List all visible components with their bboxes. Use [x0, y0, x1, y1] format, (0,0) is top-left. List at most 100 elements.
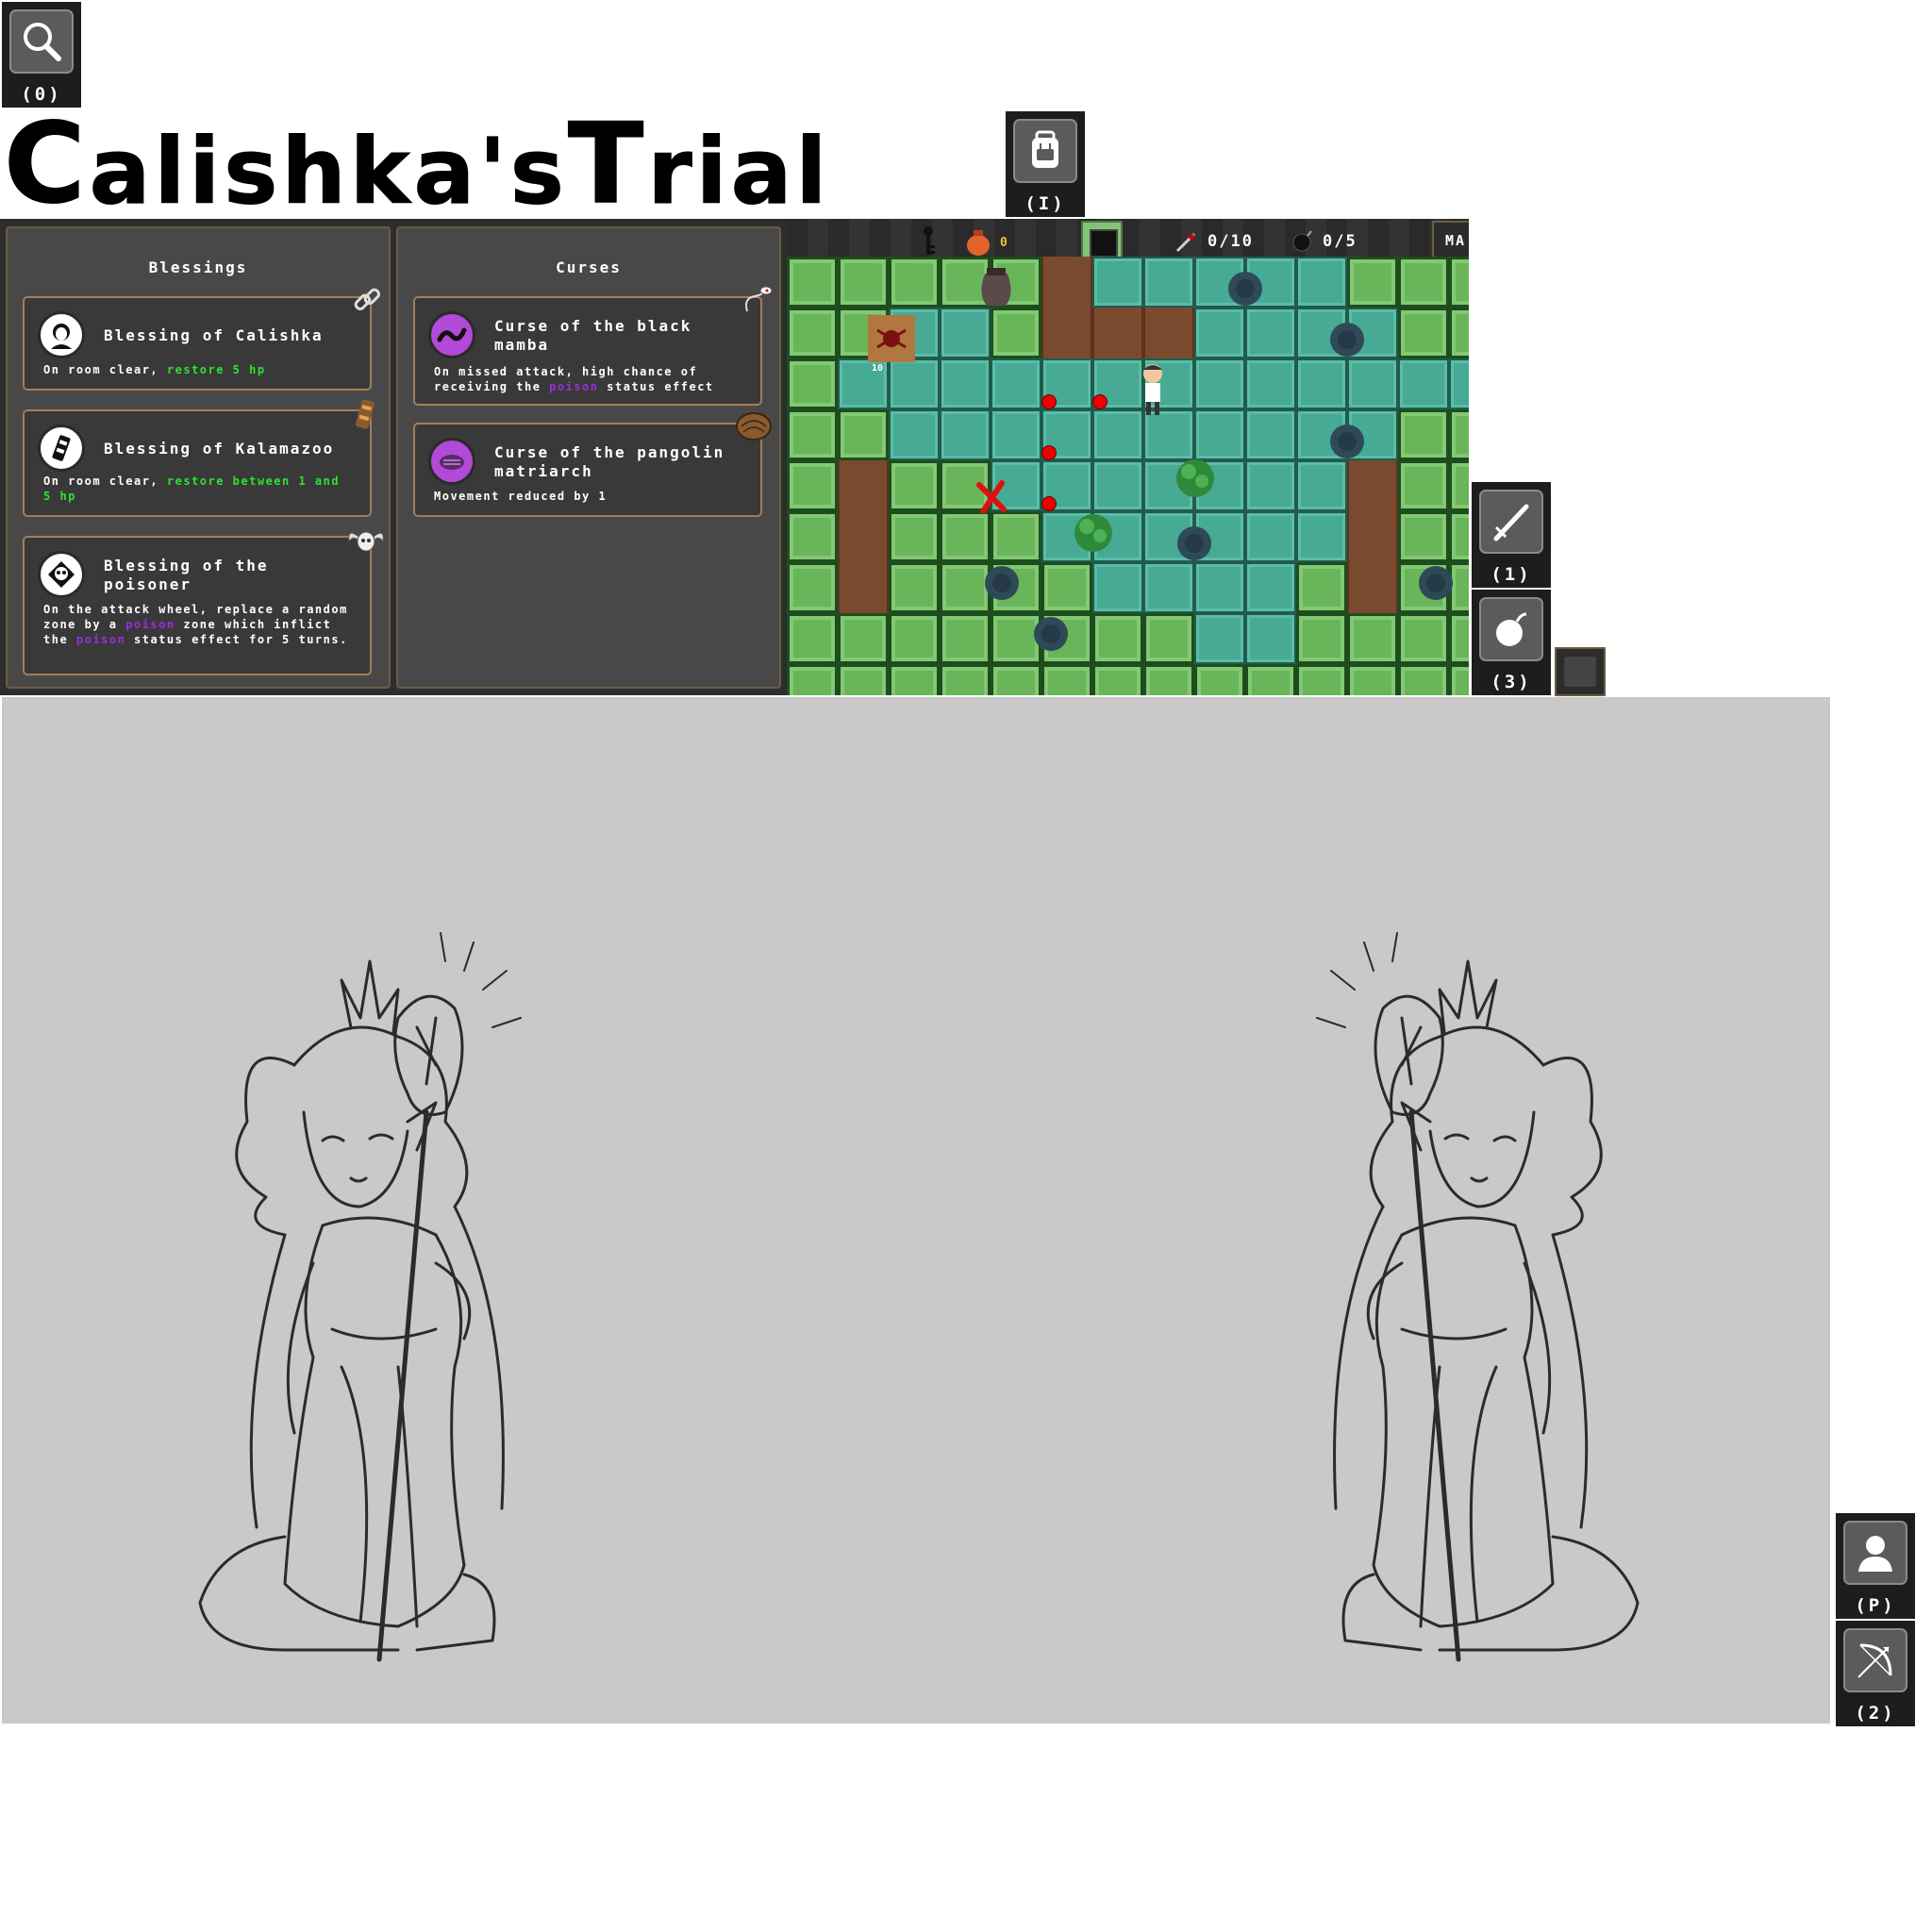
bomb-hotkey-button[interactable]: (3) [1472, 590, 1551, 695]
board-tile[interactable] [1347, 562, 1398, 613]
board-tile[interactable] [1449, 511, 1469, 562]
board-tile[interactable] [838, 460, 889, 511]
board-tile[interactable] [1143, 562, 1194, 613]
board-tile[interactable] [1194, 409, 1245, 460]
board-tile[interactable] [1347, 460, 1398, 511]
board-tile[interactable] [1449, 409, 1469, 460]
sword-hotkey-button[interactable]: (1) [1472, 482, 1551, 588]
board-tile[interactable] [1449, 257, 1469, 308]
board-tile[interactable] [1245, 562, 1296, 613]
thorn-bush[interactable] [1324, 419, 1370, 468]
move-target-dot[interactable] [1092, 394, 1108, 409]
move-target-dot[interactable] [1041, 496, 1057, 511]
board-tile[interactable] [1194, 358, 1245, 409]
thorn-bush[interactable] [1413, 560, 1458, 609]
board-tile[interactable] [1092, 308, 1143, 358]
board-tile[interactable] [1143, 664, 1194, 695]
board-tile[interactable] [1143, 613, 1194, 664]
board-tile[interactable] [1245, 511, 1296, 562]
board-tile[interactable] [1449, 664, 1469, 695]
board-tile[interactable] [1296, 460, 1347, 511]
board-tile[interactable] [838, 562, 889, 613]
blessing-card[interactable]: Blessing of the poisoner On the attack w… [23, 531, 384, 675]
board-tile[interactable] [1347, 358, 1398, 409]
board-tile[interactable] [991, 511, 1041, 562]
board-tile[interactable] [1143, 257, 1194, 308]
board-tile[interactable] [1296, 613, 1347, 664]
board-tile[interactable] [889, 460, 940, 511]
board-tile[interactable] [838, 511, 889, 562]
board-tile[interactable] [1245, 460, 1296, 511]
board-tile[interactable] [1041, 664, 1092, 695]
thorn-bush[interactable] [1172, 521, 1217, 570]
board-tile[interactable] [991, 308, 1041, 358]
board-tile[interactable] [1092, 613, 1143, 664]
board-tile[interactable] [1347, 257, 1398, 308]
board-tile[interactable] [1449, 308, 1469, 358]
empty-item-slot[interactable] [1555, 647, 1606, 696]
board-tile[interactable] [991, 664, 1041, 695]
board-tile[interactable] [1194, 562, 1245, 613]
board-tile[interactable] [940, 409, 991, 460]
board-tile[interactable] [940, 358, 991, 409]
board-tile[interactable] [1347, 613, 1398, 664]
board-tile[interactable] [1296, 358, 1347, 409]
board-tile[interactable] [1296, 511, 1347, 562]
thorn-bush[interactable] [1223, 266, 1268, 315]
board-tile[interactable] [1398, 460, 1449, 511]
move-target-dot[interactable] [1041, 445, 1057, 460]
board-tile[interactable] [1449, 613, 1469, 664]
board-tile[interactable] [889, 613, 940, 664]
board-tile[interactable] [787, 257, 838, 308]
board-tile[interactable] [889, 511, 940, 562]
board-tile[interactable] [1092, 664, 1143, 695]
board-tile[interactable] [1041, 562, 1092, 613]
board-tile[interactable] [1398, 664, 1449, 695]
board-tile[interactable] [1041, 308, 1092, 358]
curse-card[interactable]: Curse of the black mamba On missed attac… [413, 286, 773, 406]
board-tile[interactable] [991, 358, 1041, 409]
board-tile[interactable] [889, 358, 940, 409]
board-tile[interactable] [1194, 308, 1245, 358]
board-tile[interactable] [1347, 664, 1398, 695]
board-tile[interactable] [1092, 562, 1143, 613]
board-tile[interactable] [1245, 664, 1296, 695]
board-tile[interactable] [1296, 257, 1347, 308]
board-tile[interactable] [1398, 409, 1449, 460]
board-tile[interactable] [838, 613, 889, 664]
board-tile[interactable] [838, 257, 889, 308]
board-tile[interactable] [787, 562, 838, 613]
board-tile[interactable] [1245, 409, 1296, 460]
board-tile[interactable] [1398, 308, 1449, 358]
board-tile[interactable] [1143, 308, 1194, 358]
board-tile[interactable] [787, 664, 838, 695]
board-tile[interactable] [838, 664, 889, 695]
board-tile[interactable] [1092, 257, 1143, 308]
board-tile[interactable] [1398, 613, 1449, 664]
thorn-bush[interactable] [1324, 317, 1370, 366]
tile-grid[interactable]: 10 [787, 257, 1469, 695]
board-tile[interactable] [940, 511, 991, 562]
board-tile[interactable] [1449, 460, 1469, 511]
board-tile[interactable] [1245, 308, 1296, 358]
move-target-dot[interactable] [1041, 394, 1057, 409]
board-tile[interactable] [838, 409, 889, 460]
green-bush[interactable] [1172, 455, 1219, 506]
board-tile[interactable] [787, 409, 838, 460]
thorn-bush[interactable] [1028, 611, 1074, 660]
board-tile[interactable] [787, 511, 838, 562]
board-tile[interactable] [1245, 358, 1296, 409]
blessing-card[interactable]: Blessing of Calishka On room clear, rest… [23, 288, 381, 391]
board-tile[interactable] [889, 257, 940, 308]
curse-card[interactable]: Curse of the pangolin matriarch Movement… [413, 412, 772, 517]
board-tile[interactable] [787, 358, 838, 409]
player-character[interactable] [1136, 360, 1170, 421]
board-tile[interactable] [1398, 511, 1449, 562]
green-bush[interactable] [1070, 509, 1117, 560]
board-tile[interactable] [940, 664, 991, 695]
bow-hotkey-button[interactable]: (2) [1836, 1621, 1915, 1726]
search-hotkey-button[interactable]: (0) [2, 2, 81, 108]
board-tile[interactable] [1347, 511, 1398, 562]
board-tile[interactable] [1296, 664, 1347, 695]
board-tile[interactable] [787, 460, 838, 511]
